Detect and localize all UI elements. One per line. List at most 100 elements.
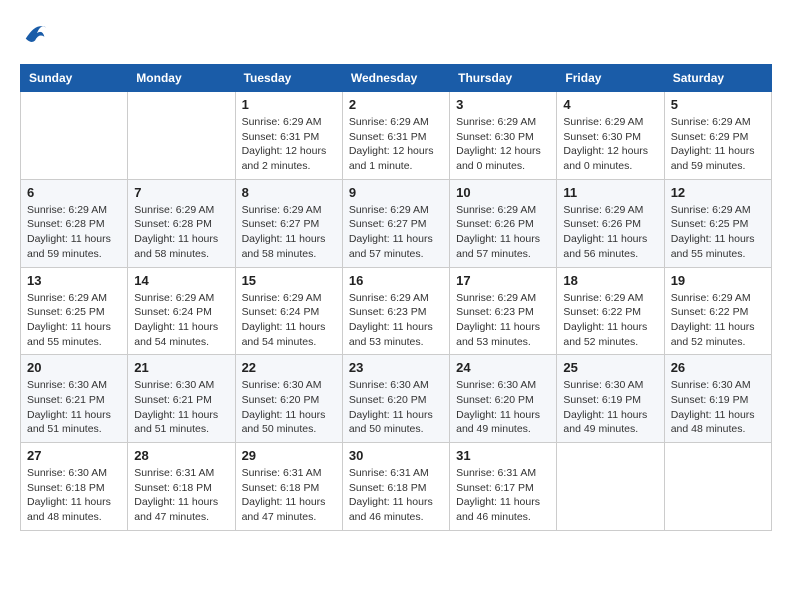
day-info: Sunrise: 6:29 AM Sunset: 6:22 PM Dayligh… xyxy=(563,291,657,350)
day-number: 13 xyxy=(27,273,121,288)
day-info: Sunrise: 6:29 AM Sunset: 6:23 PM Dayligh… xyxy=(349,291,443,350)
day-info: Sunrise: 6:30 AM Sunset: 6:19 PM Dayligh… xyxy=(563,378,657,437)
day-info: Sunrise: 6:30 AM Sunset: 6:20 PM Dayligh… xyxy=(242,378,336,437)
calendar-cell: 22 Sunrise: 6:30 AM Sunset: 6:20 PM Dayli… xyxy=(235,355,342,443)
day-info: Sunrise: 6:29 AM Sunset: 6:27 PM Dayligh… xyxy=(349,203,443,262)
calendar-cell: 23 Sunrise: 6:30 AM Sunset: 6:20 PM Dayli… xyxy=(342,355,449,443)
logo-text xyxy=(20,20,50,48)
calendar-cell: 17Sunrise: 6:29 AM Sunset: 6:23 PM Dayli… xyxy=(450,267,557,355)
day-number: 1 xyxy=(242,97,336,112)
day-number: 23 xyxy=(349,360,443,375)
day-number: 25 xyxy=(563,360,657,375)
calendar-cell: 16 Sunrise: 6:29 AM Sunset: 6:23 PM Dayli… xyxy=(342,267,449,355)
weekday-header: Wednesday xyxy=(342,65,449,92)
day-info: Sunrise: 6:30 AM Sunset: 6:19 PM Dayligh… xyxy=(671,378,765,437)
calendar-cell: 14Sunrise: 6:29 AM Sunset: 6:24 PM Dayli… xyxy=(128,267,235,355)
weekday-header: Saturday xyxy=(664,65,771,92)
day-info: Sunrise: 6:30 AM Sunset: 6:20 PM Dayligh… xyxy=(349,378,443,437)
calendar-week-row: 13 Sunrise: 6:29 AM Sunset: 6:25 PM Dayli… xyxy=(21,267,772,355)
calendar-cell: 5 Sunrise: 6:29 AM Sunset: 6:29 PM Daylig… xyxy=(664,92,771,180)
calendar-cell xyxy=(128,92,235,180)
day-number: 29 xyxy=(242,448,336,463)
calendar-cell xyxy=(664,443,771,531)
calendar-cell: 10 Sunrise: 6:29 AM Sunset: 6:26 PM Dayli… xyxy=(450,179,557,267)
day-number: 10 xyxy=(456,185,550,200)
calendar-cell: 9 Sunrise: 6:29 AM Sunset: 6:27 PM Daylig… xyxy=(342,179,449,267)
calendar-cell: 19 Sunrise: 6:29 AM Sunset: 6:22 PM Dayli… xyxy=(664,267,771,355)
day-number: 12 xyxy=(671,185,765,200)
day-number: 9 xyxy=(349,185,443,200)
calendar-cell: 25 Sunrise: 6:30 AM Sunset: 6:19 PM Dayli… xyxy=(557,355,664,443)
day-number: 21 xyxy=(134,360,228,375)
day-info: Sunrise: 6:29 AM Sunset: 6:31 PM Dayligh… xyxy=(349,115,443,174)
day-info: Sunrise: 6:30 AM Sunset: 6:21 PM Dayligh… xyxy=(27,378,121,437)
calendar-cell: 7 Sunrise: 6:29 AM Sunset: 6:28 PM Daylig… xyxy=(128,179,235,267)
calendar-cell: 3Sunrise: 6:29 AM Sunset: 6:30 PM Daylig… xyxy=(450,92,557,180)
page-header xyxy=(20,20,772,48)
day-number: 22 xyxy=(242,360,336,375)
calendar-cell: 4 Sunrise: 6:29 AM Sunset: 6:30 PM Daylig… xyxy=(557,92,664,180)
calendar-cell: 29Sunrise: 6:31 AM Sunset: 6:18 PM Dayli… xyxy=(235,443,342,531)
day-info: Sunrise: 6:29 AM Sunset: 6:24 PM Dayligh… xyxy=(242,291,336,350)
day-info: Sunrise: 6:29 AM Sunset: 6:26 PM Dayligh… xyxy=(456,203,550,262)
day-info: Sunrise: 6:29 AM Sunset: 6:29 PM Dayligh… xyxy=(671,115,765,174)
calendar-header-row: SundayMondayTuesdayWednesdayThursdayFrid… xyxy=(21,65,772,92)
day-info: Sunrise: 6:30 AM Sunset: 6:20 PM Dayligh… xyxy=(456,378,550,437)
day-info: Sunrise: 6:29 AM Sunset: 6:28 PM Dayligh… xyxy=(27,203,121,262)
weekday-header: Thursday xyxy=(450,65,557,92)
day-number: 5 xyxy=(671,97,765,112)
calendar-cell: 30Sunrise: 6:31 AM Sunset: 6:18 PM Dayli… xyxy=(342,443,449,531)
calendar-cell xyxy=(557,443,664,531)
calendar-cell: 8 Sunrise: 6:29 AM Sunset: 6:27 PM Daylig… xyxy=(235,179,342,267)
day-number: 26 xyxy=(671,360,765,375)
day-info: Sunrise: 6:30 AM Sunset: 6:21 PM Dayligh… xyxy=(134,378,228,437)
calendar-week-row: 20 Sunrise: 6:30 AM Sunset: 6:21 PM Dayli… xyxy=(21,355,772,443)
day-info: Sunrise: 6:30 AM Sunset: 6:18 PM Dayligh… xyxy=(27,466,121,525)
day-info: Sunrise: 6:29 AM Sunset: 6:31 PM Dayligh… xyxy=(242,115,336,174)
day-info: Sunrise: 6:31 AM Sunset: 6:18 PM Dayligh… xyxy=(134,466,228,525)
weekday-header: Sunday xyxy=(21,65,128,92)
calendar-cell: 12 Sunrise: 6:29 AM Sunset: 6:25 PM Dayli… xyxy=(664,179,771,267)
day-number: 14 xyxy=(134,273,228,288)
day-number: 4 xyxy=(563,97,657,112)
day-number: 11 xyxy=(563,185,657,200)
calendar-cell: 26 Sunrise: 6:30 AM Sunset: 6:19 PM Dayli… xyxy=(664,355,771,443)
day-info: Sunrise: 6:29 AM Sunset: 6:25 PM Dayligh… xyxy=(671,203,765,262)
day-number: 2 xyxy=(349,97,443,112)
calendar-cell: 11 Sunrise: 6:29 AM Sunset: 6:26 PM Dayli… xyxy=(557,179,664,267)
weekday-header: Monday xyxy=(128,65,235,92)
calendar-week-row: 1 Sunrise: 6:29 AM Sunset: 6:31 PM Daylig… xyxy=(21,92,772,180)
day-info: Sunrise: 6:29 AM Sunset: 6:22 PM Dayligh… xyxy=(671,291,765,350)
day-number: 7 xyxy=(134,185,228,200)
day-number: 15 xyxy=(242,273,336,288)
calendar-cell: 6Sunrise: 6:29 AM Sunset: 6:28 PM Daylig… xyxy=(21,179,128,267)
day-info: Sunrise: 6:29 AM Sunset: 6:23 PM Dayligh… xyxy=(456,291,550,350)
day-number: 27 xyxy=(27,448,121,463)
calendar-cell xyxy=(21,92,128,180)
day-number: 8 xyxy=(242,185,336,200)
day-info: Sunrise: 6:31 AM Sunset: 6:17 PM Dayligh… xyxy=(456,466,550,525)
day-info: Sunrise: 6:29 AM Sunset: 6:30 PM Dayligh… xyxy=(563,115,657,174)
calendar-cell: 31 Sunrise: 6:31 AM Sunset: 6:17 PM Dayli… xyxy=(450,443,557,531)
day-info: Sunrise: 6:29 AM Sunset: 6:28 PM Dayligh… xyxy=(134,203,228,262)
calendar-cell: 21 Sunrise: 6:30 AM Sunset: 6:21 PM Dayli… xyxy=(128,355,235,443)
weekday-header: Friday xyxy=(557,65,664,92)
day-info: Sunrise: 6:29 AM Sunset: 6:25 PM Dayligh… xyxy=(27,291,121,350)
day-number: 24 xyxy=(456,360,550,375)
calendar-cell: 15 Sunrise: 6:29 AM Sunset: 6:24 PM Dayli… xyxy=(235,267,342,355)
day-number: 31 xyxy=(456,448,550,463)
calendar-table: SundayMondayTuesdayWednesdayThursdayFrid… xyxy=(20,64,772,531)
day-number: 19 xyxy=(671,273,765,288)
day-info: Sunrise: 6:29 AM Sunset: 6:30 PM Dayligh… xyxy=(456,115,550,174)
day-number: 30 xyxy=(349,448,443,463)
logo-icon xyxy=(22,20,50,48)
day-number: 16 xyxy=(349,273,443,288)
day-info: Sunrise: 6:29 AM Sunset: 6:27 PM Dayligh… xyxy=(242,203,336,262)
day-info: Sunrise: 6:29 AM Sunset: 6:26 PM Dayligh… xyxy=(563,203,657,262)
day-number: 28 xyxy=(134,448,228,463)
day-number: 20 xyxy=(27,360,121,375)
day-number: 18 xyxy=(563,273,657,288)
logo xyxy=(20,20,50,48)
calendar-cell: 1 Sunrise: 6:29 AM Sunset: 6:31 PM Daylig… xyxy=(235,92,342,180)
weekday-header: Tuesday xyxy=(235,65,342,92)
